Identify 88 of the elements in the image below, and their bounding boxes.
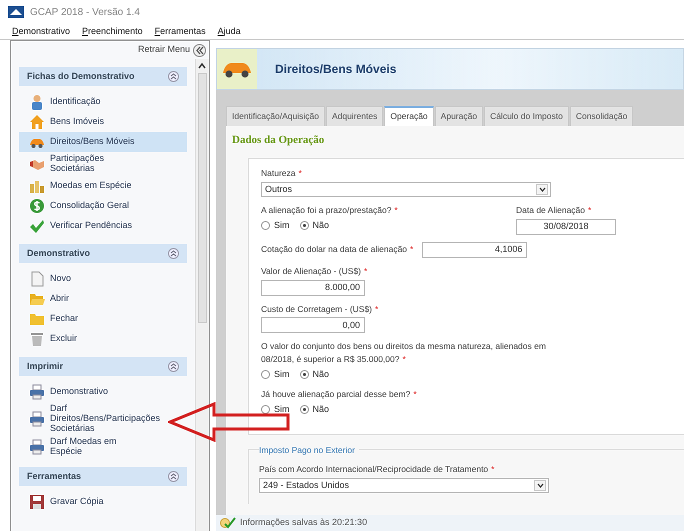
menu-item[interactable]: Ajuda: [218, 24, 241, 38]
page-title: Direitos/Bens Móveis: [275, 61, 396, 78]
app-logo-icon: [8, 6, 24, 18]
sidebar-item[interactable]: Bens Imóveis: [19, 112, 187, 132]
collapse-menu-label[interactable]: Retrair Menu: [138, 43, 190, 57]
field-label: Custo de Corretagem - (US$) *: [261, 302, 380, 316]
radio-button[interactable]: [261, 405, 270, 414]
printer-icon: [29, 410, 45, 427]
tab[interactable]: Adquirentes: [326, 106, 384, 126]
input-field[interactable]: 4,1006: [422, 242, 528, 258]
sidebar-item[interactable]: Excluir: [19, 328, 187, 349]
sidebar-item[interactable]: Gravar Cópia: [19, 492, 187, 512]
status-message: Informações salvas às 20:21:30: [240, 516, 368, 530]
printer-icon: [29, 384, 45, 400]
menu-item[interactable]: Preenchimento: [82, 24, 143, 38]
field-label: País com Acordo Internacional/Reciprocidade de Tratamento *: [259, 463, 496, 476]
radio-button[interactable]: [300, 221, 308, 230]
dropdown-field[interactable]: Outros: [261, 182, 551, 197]
window-title: GCAP 2018 - Versão 1.4: [30, 6, 140, 20]
collapse-up-icon: [168, 248, 179, 259]
section-header[interactable]: Fichas do Demonstrativo: [19, 67, 187, 86]
sidebar-item[interactable]: Consolidação Geral: [19, 196, 187, 216]
tab[interactable]: Cálculo do Imposto: [484, 106, 569, 126]
sidebar-item[interactable]: Moedas em Espécie: [19, 176, 187, 196]
section-title: Ferramentas: [27, 470, 82, 483]
field-label: Data de Alienação *: [516, 204, 592, 217]
section-title: Imprimir: [27, 360, 64, 373]
section-title: Dados da Operação: [232, 132, 326, 148]
tab[interactable]: Identificação/Aquisição: [226, 106, 325, 126]
field-label: Já houve alienação parcial desse bem? *: [261, 388, 418, 401]
chevron-down-icon: [538, 187, 546, 192]
trash-icon: [29, 330, 45, 347]
section-title: Fichas do Demonstrativo: [27, 70, 135, 83]
scrollbar-thumb[interactable]: [198, 73, 207, 323]
radio-button[interactable]: [261, 370, 270, 379]
scrollbar[interactable]: [195, 59, 209, 531]
field-label: Valor de Alienação - (US$) *: [261, 264, 368, 278]
sidebar-item[interactable]: Abrir: [19, 288, 187, 309]
radio-button[interactable]: [300, 405, 308, 414]
sidebar-item[interactable]: Verificar Pendências: [19, 216, 187, 236]
saved-check-icon: [220, 517, 236, 529]
sidebar-item[interactable]: Darf Direitos/Bens/Participações Societárias: [19, 402, 187, 436]
collapse-up-icon: [168, 471, 179, 482]
sidebar-item[interactable]: Novo: [19, 268, 187, 289]
person-icon: [29, 94, 45, 110]
field-label: Natureza *: [261, 167, 303, 180]
double-chevron-icon: [195, 46, 204, 54]
collapse-up-icon: [168, 71, 179, 82]
checkmark-icon: [29, 218, 45, 234]
radio-button[interactable]: [300, 370, 308, 379]
fieldset-legend: Imposto Pago no Exterior: [259, 444, 359, 454]
section-header[interactable]: Ferramentas: [19, 467, 187, 486]
field-label: Cotação do dolar na data de alienação *: [261, 243, 414, 256]
tab[interactable]: Apuração: [434, 106, 484, 126]
section-header[interactable]: Demonstrativo: [19, 244, 187, 263]
scroll-up-icon: [197, 62, 207, 70]
section-header[interactable]: Imprimir: [19, 356, 187, 376]
dropdown-field[interactable]: 249 - Estados Unidos: [259, 478, 549, 493]
tab[interactable]: Consolidação: [570, 106, 634, 126]
printer-icon: [29, 439, 45, 456]
sidebar-item[interactable]: Identificação: [19, 92, 187, 112]
sidebar-item[interactable]: Darf Moedas em Espécie: [19, 435, 187, 460]
dollar-coin-icon: [29, 198, 45, 214]
radio-label: Sim: [274, 218, 290, 232]
sidebar-item[interactable]: Demonstrativo: [19, 382, 187, 402]
sidebar-item[interactable]: Fechar: [19, 308, 187, 329]
radio-label: Sim: [274, 368, 290, 381]
chevron-down-icon: [536, 482, 544, 488]
menu-item[interactable]: Demonstrativo: [12, 24, 70, 38]
collapse-up-icon: [168, 360, 179, 372]
input-field[interactable]: 8.000,00: [261, 280, 365, 296]
radio-label: Não: [312, 368, 330, 381]
sidebar-item[interactable]: Direitos/Bens Móveis: [19, 132, 187, 152]
date-field[interactable]: 30/08/2018: [516, 218, 616, 235]
collapse-button[interactable]: [193, 44, 206, 56]
radio-label: Não: [312, 403, 330, 416]
radio-label: Sim: [274, 403, 290, 416]
radio-button[interactable]: [261, 221, 270, 230]
input-field[interactable]: 0,00: [261, 317, 365, 334]
menu-item[interactable]: Ferramentas: [154, 24, 206, 38]
field-label: O valor do conjunto dos bens ou direitos da mesma natureza, alienados em 08/2018, é superior a R$ 35.000,00? *: [261, 340, 547, 366]
tab[interactable]: Operação: [384, 106, 434, 126]
sidebar-item[interactable]: Participações Societárias: [19, 152, 187, 176]
house-icon: [29, 114, 45, 130]
document-icon: [29, 270, 45, 287]
radio-label: Não: [312, 218, 330, 232]
section-title: Demonstrativo: [27, 246, 90, 260]
field-label: A alienação foi a prazo/prestação? *: [261, 204, 399, 217]
